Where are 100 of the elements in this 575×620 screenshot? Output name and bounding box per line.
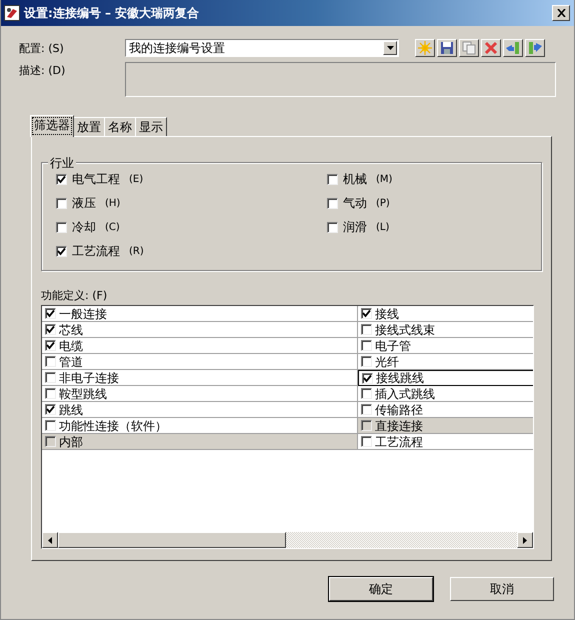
list-item[interactable]: 管道 (42, 354, 358, 370)
group-title: 行业 (48, 155, 76, 172)
item-label: 接线式线束 (375, 322, 435, 336)
checkbox[interactable] (361, 436, 372, 447)
checkbox-label: 润滑 (343, 218, 367, 236)
dropdown-value: 我的连接编号设置 (128, 40, 226, 56)
toolbar-button[interactable] (481, 39, 501, 57)
item-label: 芯线 (59, 322, 83, 336)
item-label: 接线 (375, 306, 399, 320)
checkbox-label: 机械 (343, 170, 367, 188)
checkbox[interactable] (327, 174, 338, 184)
config-label: 配置: (S) (19, 40, 65, 56)
list-item[interactable]: 传输路径 (358, 402, 533, 418)
copy-icon (461, 40, 477, 56)
checkbox[interactable] (361, 308, 372, 319)
app-icon (4, 5, 20, 21)
item-label: 直接连接 (375, 418, 423, 432)
tab[interactable]: 显示 (135, 117, 167, 136)
item-label: 传输路径 (375, 402, 423, 416)
shortcut-hint: (L) (376, 222, 390, 232)
item-label: 电子管 (375, 338, 411, 352)
sparkle-icon (417, 40, 433, 56)
checkbox[interactable] (56, 198, 67, 208)
shortcut-hint: (R) (129, 246, 144, 256)
scroll-left-button[interactable] (42, 532, 58, 548)
item-label: 功能性连接（软件） (59, 418, 167, 432)
checkbox[interactable] (56, 222, 67, 232)
right-arrow-icon (523, 536, 527, 544)
checkbox-label: 工艺流程 (72, 242, 120, 260)
shortcut-hint: (C) (105, 222, 120, 232)
item-label: 电缆 (59, 338, 83, 352)
checkbox[interactable] (45, 324, 56, 335)
list-item[interactable]: 电子管 (358, 338, 533, 354)
checkbox[interactable] (56, 174, 67, 184)
list-item[interactable]: 功能性连接（软件） (42, 418, 358, 434)
toolbar-button[interactable] (437, 39, 457, 57)
tab[interactable]: 名称 (104, 117, 136, 136)
list-item[interactable]: 接线 (358, 306, 533, 322)
dropdown-button[interactable] (383, 41, 397, 55)
checkbox[interactable] (45, 420, 56, 431)
save-icon (439, 40, 455, 56)
checkbox[interactable] (45, 356, 56, 367)
checkbox[interactable] (327, 198, 338, 208)
list-item[interactable]: 插入式跳线 (358, 386, 533, 402)
checkbox[interactable] (45, 388, 56, 399)
item-label: 非电子连接 (59, 370, 119, 384)
list-item[interactable]: 芯线 (42, 322, 358, 338)
close-icon (556, 9, 566, 17)
checkbox[interactable] (361, 340, 372, 351)
checkbox[interactable] (45, 404, 56, 415)
checkbox[interactable] (361, 404, 372, 415)
list-item[interactable]: 电缆 (42, 338, 358, 354)
dialog-button[interactable]: 取消 (450, 577, 554, 601)
toolbar-button[interactable] (525, 39, 545, 57)
checkbox-label: 电气工程 (72, 170, 120, 188)
description-field[interactable] (125, 62, 556, 97)
checkbox[interactable] (45, 372, 56, 383)
tab[interactable]: 筛选器 (30, 115, 74, 137)
checkbox[interactable] (45, 308, 56, 319)
item-label: 鞍型跳线 (59, 386, 107, 400)
checkbox[interactable] (361, 324, 372, 335)
dialog-button[interactable]: 确定 (329, 577, 433, 601)
checkbox[interactable] (327, 222, 338, 232)
item-label: 插入式跳线 (375, 386, 435, 400)
checkbox[interactable] (45, 340, 56, 351)
list-item[interactable]: 一般连接 (42, 306, 358, 322)
shortcut-hint: (H) (105, 198, 120, 208)
item-label: 管道 (59, 354, 83, 368)
delete-icon (483, 40, 499, 56)
checkbox-label: 液压 (72, 194, 96, 212)
checkbox[interactable] (361, 356, 372, 367)
checkbox[interactable] (56, 246, 67, 256)
checkbox-label: 冷却 (72, 218, 96, 236)
checkbox[interactable] (361, 388, 372, 399)
tab[interactable]: 放置 (73, 117, 105, 136)
list-item[interactable]: 光纤 (358, 354, 533, 370)
caret-icon (386, 46, 394, 50)
left-arrow-icon (48, 536, 52, 544)
shortcut-hint: (M) (376, 174, 392, 184)
item-label: 光纤 (375, 354, 399, 368)
list-item[interactable]: 跳线 (42, 402, 358, 418)
toolbar-button[interactable] (459, 39, 479, 57)
list-item[interactable]: 接线跳线 (358, 370, 533, 386)
horizontal-scrollbar[interactable] (42, 532, 533, 548)
list-item[interactable]: 非电子连接 (42, 370, 358, 386)
list-item[interactable]: 鞍型跳线 (42, 386, 358, 402)
scroll-thumb[interactable] (58, 532, 286, 548)
checkbox[interactable] (362, 372, 373, 384)
close-button[interactable] (552, 5, 570, 21)
scroll-right-button[interactable] (517, 532, 533, 548)
toolbar-button[interactable] (415, 39, 435, 57)
list-item[interactable]: 工艺流程 (358, 434, 533, 450)
import-icon (505, 40, 521, 56)
item-label: 接线跳线 (376, 371, 424, 385)
config-dropdown[interactable]: 我的连接编号设置 (125, 39, 399, 57)
toolbar-button[interactable] (503, 39, 523, 57)
item-label: 工艺流程 (375, 434, 423, 448)
item-label: 一般连接 (59, 306, 107, 320)
list-item[interactable]: 接线式线束 (358, 322, 533, 338)
shortcut-hint: (E) (129, 174, 144, 184)
